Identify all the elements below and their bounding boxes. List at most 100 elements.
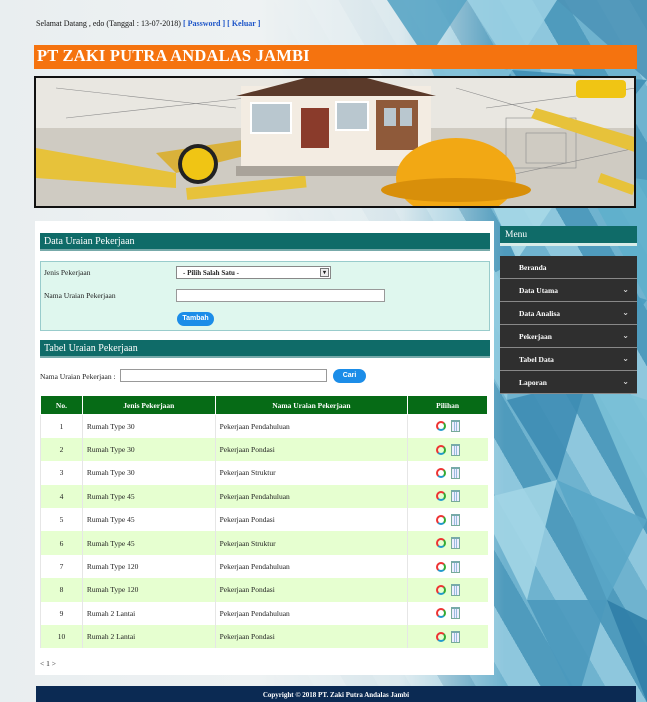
menu-item-data-analisa[interactable]: Data Analisa ⌄: [500, 302, 637, 325]
header-banner: [34, 76, 636, 208]
edit-icon[interactable]: [435, 608, 446, 619]
trash-icon[interactable]: [450, 607, 460, 620]
edit-icon[interactable]: [435, 467, 446, 478]
trash-icon[interactable]: [450, 466, 460, 479]
edit-icon[interactable]: [435, 491, 446, 502]
uraian-form: Jenis Pekerjaan - Pilih Salah Satu - ▾ N…: [40, 261, 490, 331]
trash-icon[interactable]: [450, 490, 460, 503]
row-nama: Pekerjaan Pondasi: [214, 625, 408, 649]
edit-icon[interactable]: [435, 631, 446, 642]
chevron-down-icon: ⌄: [622, 377, 629, 386]
row-no: 5: [40, 508, 83, 532]
menu-item-tabel-data[interactable]: Tabel Data ⌄: [500, 348, 637, 371]
menu-item-laporan[interactable]: Laporan ⌄: [500, 371, 637, 394]
menu-item-label: Pekerjaan: [519, 332, 552, 341]
jenis-pekerjaan-label: Jenis Pekerjaan: [44, 268, 91, 277]
row-jenis: Rumah Type 45: [81, 508, 216, 532]
table-row: 4 Rumah Type 45 Pekerjaan Pendahuluan: [40, 484, 488, 509]
edit-icon[interactable]: [435, 421, 446, 432]
jenis-pekerjaan-select[interactable]: - Pilih Salah Satu - ▾: [176, 266, 331, 279]
search-input[interactable]: [120, 369, 327, 382]
uraian-table: No. Jenis Pekerjaan Nama Uraian Pekerjaa…: [40, 395, 488, 649]
table-row: 7 Rumah Type 120 Pekerjaan Pendahuluan: [40, 554, 488, 579]
row-no: 8: [40, 578, 83, 602]
menu-item-label: Data Utama: [519, 286, 558, 295]
row-jenis: Rumah Type 30: [81, 461, 216, 485]
row-nama: Pekerjaan Struktur: [214, 461, 408, 485]
content-panel: Data Uraian Pekerjaan Jenis Pekerjaan - …: [35, 221, 494, 675]
chevron-down-icon: ⌄: [622, 331, 629, 340]
row-actions: [407, 554, 488, 579]
row-actions: [407, 437, 488, 462]
search-label: Nama Uraian Pekerjaan :: [40, 372, 116, 381]
logout-link[interactable]: [ Keluar ]: [227, 19, 260, 28]
footer: Copyright © 2018 PT. Zaki Putra Andalas …: [36, 686, 636, 702]
row-jenis: Rumah Type 120: [81, 554, 216, 579]
row-jenis: Rumah 2 Lantai: [81, 601, 216, 626]
password-link[interactable]: [ Password ]: [183, 19, 225, 28]
table-row: 3 Rumah Type 30 Pekerjaan Struktur: [40, 461, 488, 485]
trash-icon[interactable]: [450, 420, 460, 433]
table-row: 6 Rumah Type 45 Pekerjaan Struktur: [40, 531, 488, 555]
menu-list: Beranda Data Utama ⌄ Data Analisa ⌄ Pekerjaan…: [500, 256, 637, 394]
row-actions: [407, 601, 488, 626]
table-section-title: Tabel Uraian Pekerjaan: [40, 340, 490, 358]
pagination[interactable]: < 1 >: [40, 659, 56, 668]
nama-uraian-input[interactable]: [176, 289, 385, 302]
trash-icon[interactable]: [450, 560, 460, 573]
search-button[interactable]: Cari: [333, 369, 366, 383]
row-actions: [407, 414, 488, 438]
col-no: No.: [40, 395, 83, 415]
menu-item-label: Beranda: [519, 263, 547, 272]
trash-icon[interactable]: [450, 537, 460, 550]
trash-icon[interactable]: [450, 630, 460, 643]
trash-icon[interactable]: [450, 583, 460, 596]
site-title: PT ZAKI PUTRA ANDALAS JAMBI: [34, 45, 637, 69]
jenis-select-value: - Pilih Salah Satu -: [183, 269, 240, 277]
edit-icon[interactable]: [435, 538, 446, 549]
table-row: 8 Rumah Type 120 Pekerjaan Pondasi: [40, 578, 488, 602]
table-row: 5 Rumah Type 45 Pekerjaan Pondasi: [40, 508, 488, 532]
greeting-text: Selamat Datang , edo (Tanggal : 13-07-20…: [36, 19, 181, 28]
row-nama: Pekerjaan Pondasi: [214, 437, 408, 462]
col-pilihan: Pilihan: [407, 395, 488, 415]
form-section-title: Data Uraian Pekerjaan: [40, 233, 490, 251]
menu-item-label: Tabel Data: [519, 355, 554, 364]
row-actions: [407, 578, 488, 602]
row-nama: Pekerjaan Pondasi: [214, 578, 408, 602]
edit-icon[interactable]: [435, 561, 446, 572]
edit-icon[interactable]: [435, 514, 446, 525]
row-actions: [407, 625, 488, 649]
row-no: 6: [40, 531, 83, 555]
trash-icon[interactable]: [450, 513, 460, 526]
row-no: 1: [40, 414, 83, 438]
chevron-down-icon: ⌄: [622, 285, 629, 294]
chevron-down-icon: ⌄: [622, 354, 629, 363]
edit-icon[interactable]: [435, 444, 446, 455]
row-no: 7: [40, 554, 83, 579]
row-actions: [407, 531, 488, 555]
trash-icon[interactable]: [450, 443, 460, 456]
row-nama: Pekerjaan Pendahuluan: [214, 484, 408, 509]
row-nama: Pekerjaan Pondasi: [214, 508, 408, 532]
menu-item-beranda[interactable]: Beranda: [500, 256, 637, 279]
row-nama: Pekerjaan Pendahuluan: [214, 414, 408, 438]
chevron-down-icon: ⌄: [622, 308, 629, 317]
row-jenis: Rumah Type 120: [81, 578, 216, 602]
edit-icon[interactable]: [435, 584, 446, 595]
row-jenis: Rumah 2 Lantai: [81, 625, 216, 649]
table-row: 9 Rumah 2 Lantai Pekerjaan Pendahuluan: [40, 601, 488, 626]
menu-title: Menu: [500, 226, 637, 246]
menu-item-data-utama[interactable]: Data Utama ⌄: [500, 279, 637, 302]
table-row: 10 Rumah 2 Lantai Pekerjaan Pondasi: [40, 625, 488, 649]
row-nama: Pekerjaan Pendahuluan: [214, 554, 408, 579]
row-jenis: Rumah Type 45: [81, 484, 216, 509]
menu-item-pekerjaan[interactable]: Pekerjaan ⌄: [500, 325, 637, 348]
row-no: 2: [40, 437, 83, 462]
row-actions: [407, 461, 488, 485]
add-button[interactable]: Tambah: [177, 312, 214, 326]
construction-banner-image: [36, 78, 634, 206]
row-actions: [407, 508, 488, 532]
row-nama: Pekerjaan Pendahuluan: [214, 601, 408, 626]
row-jenis: Rumah Type 30: [81, 437, 216, 462]
